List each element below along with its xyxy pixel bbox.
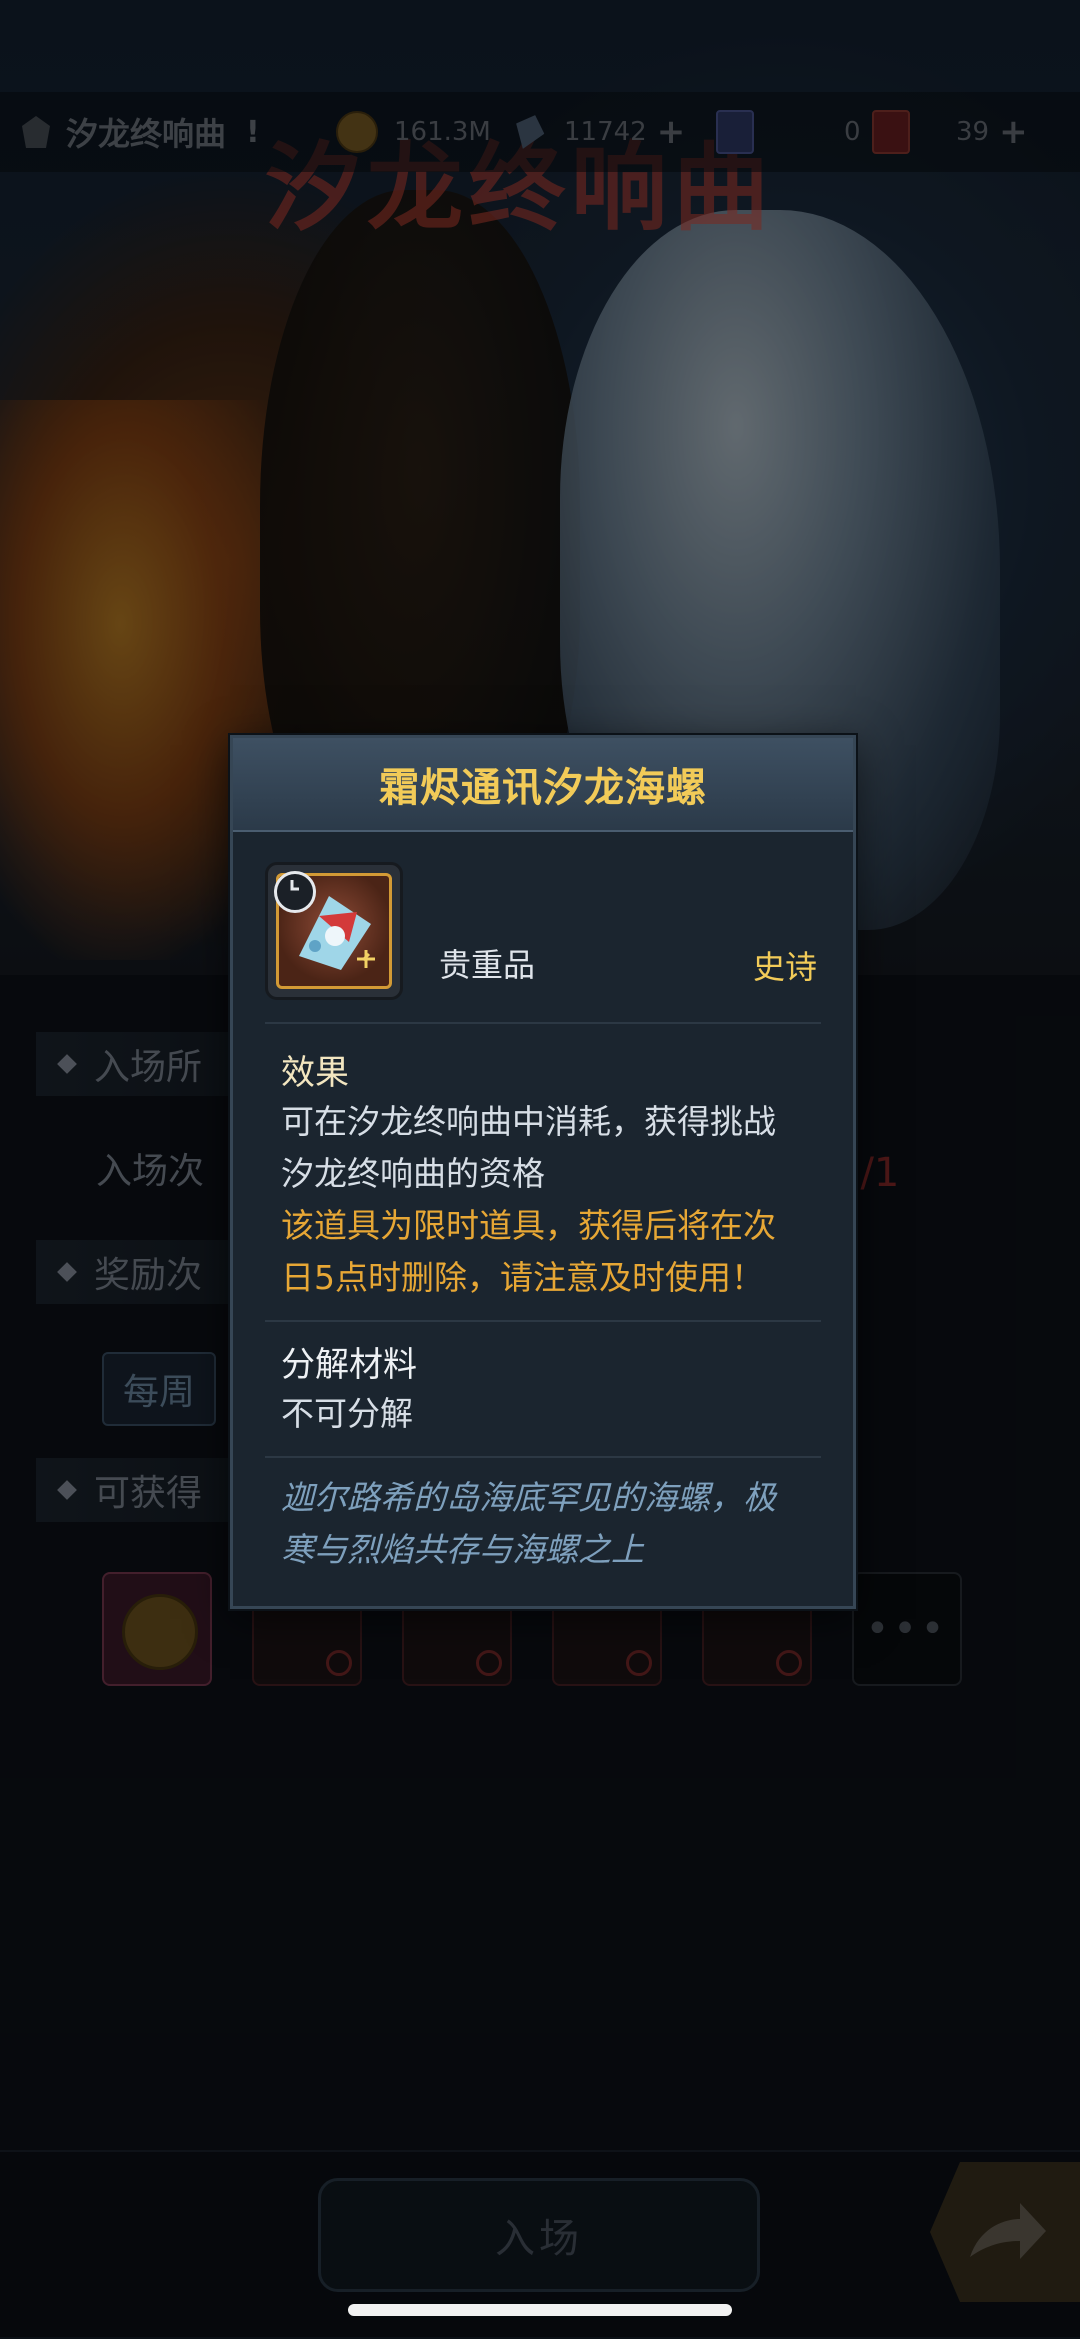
effect-line: 汐龙终响曲的资格 <box>281 1154 545 1193</box>
effect-title: 效果 <box>281 1053 349 1093</box>
item-icon-frame <box>265 862 403 1000</box>
time-limit-warning: 日5点时删除，请注意及时使用！ <box>281 1258 764 1297</box>
item-summary: 贵重品 史诗 <box>233 832 853 1022</box>
time-limit-warning: 该道具为限时道具，获得后将在次 <box>281 1206 776 1245</box>
item-detail-popup: 霜烬通讯汐龙海螺 贵重品 史诗 效果 可在汐龙终响曲中消耗，获得挑战 汐龙终响曲… <box>230 735 856 1609</box>
item-type: 贵重品 <box>439 946 536 984</box>
effect-section: 效果 可在汐龙终响曲中消耗，获得挑战 汐龙终响曲的资格 该道具为限时道具，获得后… <box>233 1024 853 1320</box>
flavor-text: 寒与烈焰共存与海螺之上 <box>281 1530 644 1569</box>
decompose-value: 不可分解 <box>281 1394 413 1433</box>
home-indicator[interactable] <box>348 2304 732 2316</box>
clock-icon <box>274 871 316 913</box>
decompose-title: 分解材料 <box>281 1345 417 1385</box>
effect-line: 可在汐龙终响曲中消耗，获得挑战 <box>281 1102 776 1141</box>
flavor-text: 迦尔路希的岛海底罕见的海螺，极 <box>281 1478 776 1517</box>
decompose-section: 分解材料 不可分解 <box>233 1322 853 1456</box>
flavor-section: 迦尔路希的岛海底罕见的海螺，极 寒与烈焰共存与海螺之上 <box>233 1458 853 1592</box>
popup-header: 霜烬通讯汐龙海螺 <box>233 738 853 832</box>
item-name: 霜烬通讯汐龙海螺 <box>379 765 707 811</box>
rarity-label: 史诗 <box>752 948 817 986</box>
